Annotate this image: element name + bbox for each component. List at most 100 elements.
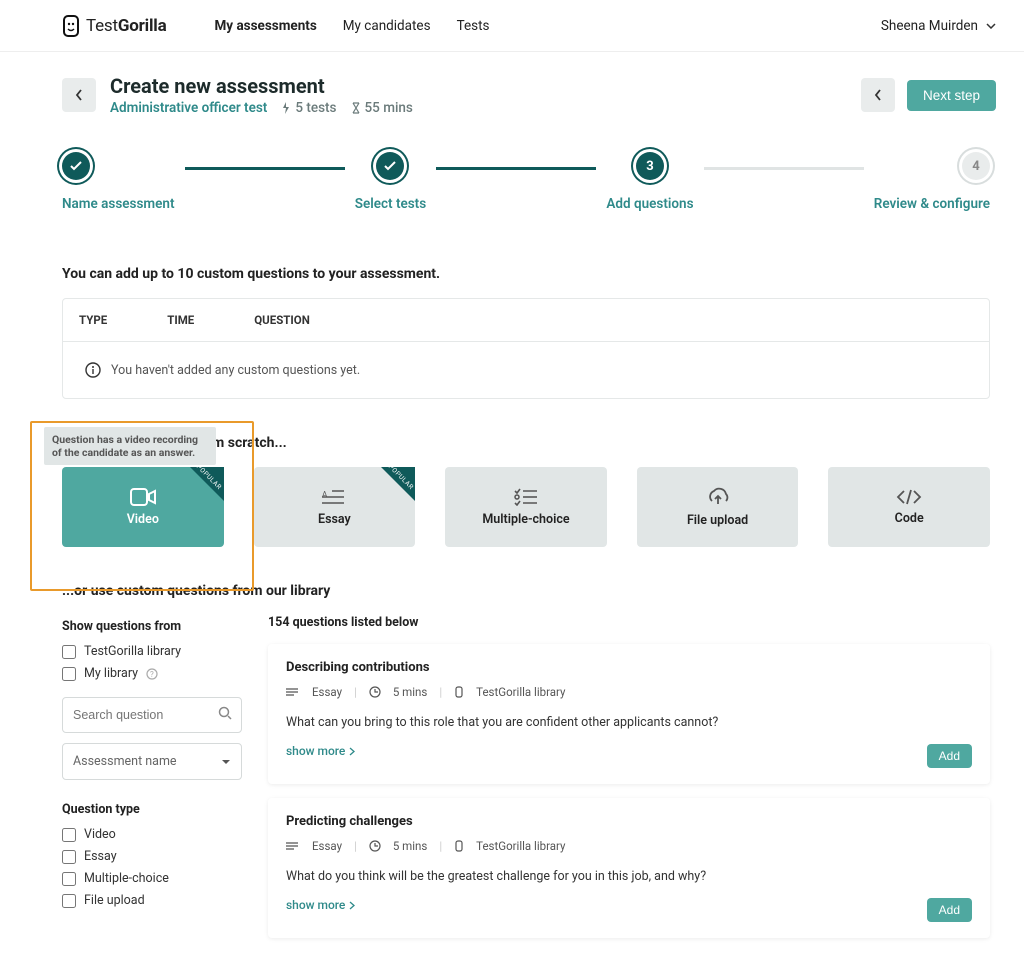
card-multiple-choice[interactable]: Multiple-choice: [445, 467, 607, 547]
chevron-right-icon: [349, 747, 355, 756]
col-time: TIME: [167, 313, 194, 327]
step-2[interactable]: Select tests: [355, 152, 426, 212]
popular-ribbon: POPULAR: [381, 467, 415, 501]
col-question: QUESTION: [254, 313, 310, 327]
logo[interactable]: TestGorilla: [62, 14, 166, 38]
check-icon: [384, 161, 396, 171]
card-video[interactable]: POPULAR Video: [62, 467, 224, 547]
step-4-label: Review & configure: [874, 196, 990, 212]
bolt-icon: [281, 102, 291, 114]
create-from-scratch-heading: Question has a video recording of the ca…: [62, 435, 990, 451]
clock-icon: [369, 686, 381, 698]
filter-type-video[interactable]: Video: [62, 827, 242, 842]
nav-links: My assessments My candidates Tests: [214, 18, 489, 34]
user-name: Sheena Muirden: [881, 18, 978, 34]
step-3[interactable]: 3 Add questions: [606, 152, 693, 212]
custom-questions-table: TYPE TIME QUESTION You haven't added any…: [62, 298, 990, 399]
filter-type-file[interactable]: File upload: [62, 893, 242, 908]
next-step-button[interactable]: Next step: [907, 80, 996, 111]
caret-down-icon: [221, 759, 231, 765]
step-2-circle: [376, 152, 404, 180]
search-input[interactable]: [62, 697, 242, 733]
step-1-label: Name assessment: [62, 196, 175, 212]
question-card: Predicting challenges Essay| 5 mins| Tes…: [268, 798, 990, 938]
prev-step-button[interactable]: [861, 78, 895, 112]
page-title: Create new assessment: [110, 74, 413, 98]
popular-ribbon: POPULAR: [190, 467, 224, 501]
user-menu[interactable]: Sheena Muirden: [881, 18, 996, 34]
question-meta: Essay| 5 mins| TestGorilla library: [286, 839, 972, 853]
chevron-left-icon: [874, 89, 882, 101]
clock-icon: [369, 840, 381, 852]
search-question: [62, 697, 242, 733]
page-header: Create new assessment Administrative off…: [0, 52, 1024, 124]
show-from-heading: Show questions from: [62, 619, 242, 634]
question-meta: Essay| 5 mins| TestGorilla library: [286, 685, 972, 699]
nav-my-assessments[interactable]: My assessments: [214, 18, 316, 34]
top-nav: TestGorilla My assessments My candidates…: [0, 0, 1024, 52]
filter-type-multiple[interactable]: Multiple-choice: [62, 871, 242, 886]
check-icon: [70, 161, 82, 171]
library-icon: [454, 686, 464, 698]
nav-my-candidates[interactable]: My candidates: [343, 18, 431, 34]
search-icon: [218, 706, 232, 720]
essay-icon: [286, 687, 300, 697]
step-4[interactable]: 4 Review & configure: [874, 152, 990, 212]
assessment-name: Administrative officer test: [110, 100, 267, 116]
question-body: What can you bring to this role that you…: [286, 715, 972, 730]
card-multiple-label: Multiple-choice: [482, 512, 569, 527]
svg-text:?: ?: [150, 670, 154, 679]
show-more-link[interactable]: show more: [286, 744, 927, 758]
filter-my-library[interactable]: My library ?: [62, 666, 242, 681]
step-1[interactable]: Name assessment: [62, 152, 175, 212]
page-subline: Administrative officer test 5 tests 55 m…: [110, 100, 413, 116]
info-icon: [85, 362, 101, 378]
back-button[interactable]: [62, 78, 96, 112]
add-question-button[interactable]: Add: [927, 744, 972, 768]
chevron-down-icon: [986, 23, 996, 29]
show-more-link[interactable]: show more: [286, 898, 927, 912]
card-code-label: Code: [895, 511, 924, 526]
step-1-circle: [62, 152, 90, 180]
logo-icon: [62, 14, 80, 38]
logo-text: TestGorilla: [86, 16, 166, 36]
col-type: TYPE: [79, 313, 107, 327]
chevron-right-icon: [349, 901, 355, 910]
question-card: Describing contributions Essay| 5 mins| …: [268, 644, 990, 784]
library-heading: ...or use custom questions from our libr…: [62, 583, 990, 599]
library-icon: [454, 840, 464, 852]
filters-sidebar: Show questions from TestGorilla library …: [62, 615, 242, 952]
filter-type-essay[interactable]: Essay: [62, 849, 242, 864]
custom-questions-intro: You can add up to 10 custom questions to…: [62, 266, 990, 282]
code-icon: [895, 489, 923, 505]
question-results: 154 questions listed below Describing co…: [268, 615, 990, 952]
question-title: Predicting challenges: [286, 814, 972, 829]
hourglass-icon: [351, 102, 361, 114]
question-type-heading: Question type: [62, 802, 242, 817]
add-question-button[interactable]: Add: [927, 898, 972, 922]
step-2-label: Select tests: [355, 196, 426, 212]
nav-tests[interactable]: Tests: [457, 18, 490, 34]
essay-icon: [286, 841, 300, 851]
filter-testgorilla-library[interactable]: TestGorilla library: [62, 644, 242, 659]
cloud-upload-icon: [704, 487, 732, 507]
essay-icon: A: [322, 488, 346, 506]
card-code[interactable]: Code: [828, 467, 990, 547]
card-video-label: Video: [127, 512, 159, 527]
step-3-circle: 3: [636, 152, 664, 180]
question-type-cards: POPULAR Video POPULAR A Essay Multiple-c…: [62, 467, 990, 547]
card-file-label: File upload: [687, 513, 748, 528]
chevron-left-icon: [75, 89, 83, 101]
duration: 55 mins: [351, 100, 413, 116]
video-icon: [130, 488, 156, 506]
card-essay[interactable]: POPULAR A Essay: [254, 467, 416, 547]
card-essay-label: Essay: [318, 512, 351, 527]
table-empty-state: You haven't added any custom questions y…: [63, 342, 989, 398]
help-icon: ?: [146, 668, 158, 680]
card-file-upload[interactable]: File upload: [637, 467, 799, 547]
video-tooltip: Question has a video recording of the ca…: [44, 427, 216, 465]
stepper: Name assessment Select tests 3 Add quest…: [0, 124, 1024, 220]
assessment-name-select[interactable]: Assessment name: [62, 743, 242, 780]
checklist-icon: [514, 488, 538, 506]
step-4-circle: 4: [962, 152, 990, 180]
